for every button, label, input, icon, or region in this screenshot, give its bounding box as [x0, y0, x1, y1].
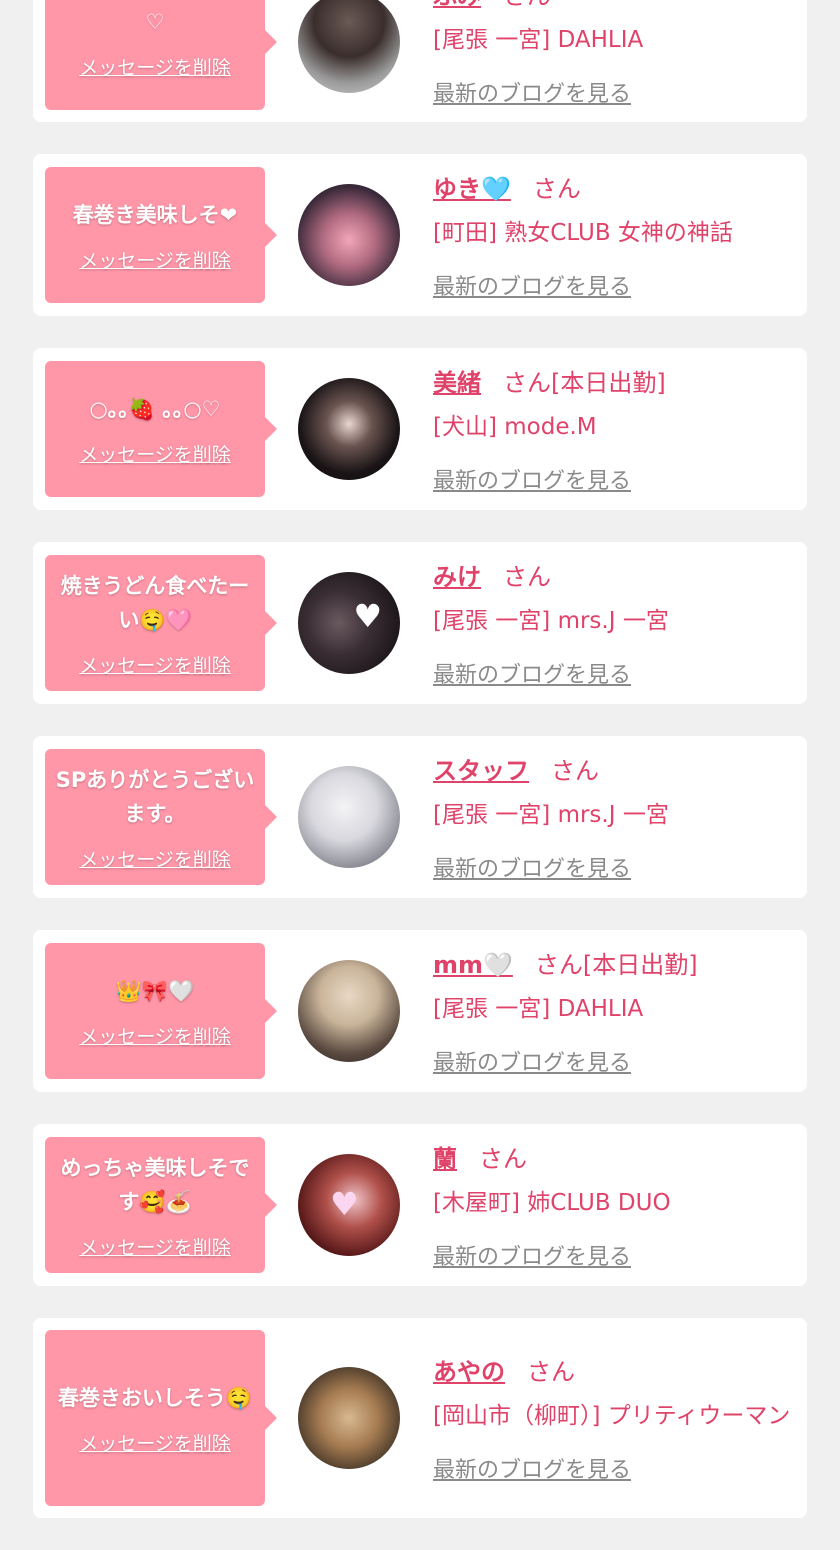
- delete-message-link[interactable]: メッセージを削除: [79, 53, 231, 80]
- honorific: さん: [532, 175, 581, 203]
- message-card: 春巻き美味しそ❤ メッセージを削除 ゆき🩵 さん [町田] 熟女CLUB 女神の神…: [33, 154, 807, 316]
- profile-name-link[interactable]: 蘭: [433, 1145, 457, 1173]
- heart-sticker-icon: ♥: [330, 1185, 359, 1223]
- delete-message-link[interactable]: メッセージを削除: [79, 440, 231, 467]
- message-text: 春巻き美味しそ❤: [72, 202, 238, 227]
- profile-name-link[interactable]: mm🤍: [433, 951, 513, 979]
- heart-sticker-icon: ♥: [353, 597, 382, 635]
- shop-label: [町田] 熟女CLUB 女神の神話: [433, 220, 733, 246]
- shop-label: [尾張 一宮] mrs.J 一宮: [433, 802, 669, 828]
- profile-name-link[interactable]: スタッフ: [433, 757, 529, 785]
- avatar[interactable]: [298, 1367, 400, 1469]
- honorific: さん: [503, 0, 551, 10]
- message-list: ♡ メッセージを削除 ふみさん [尾張 一宮] DAHLIA 最新のブログを見る…: [33, 0, 807, 1550]
- delete-message-link[interactable]: メッセージを削除: [79, 845, 231, 872]
- honorific: さん: [503, 369, 551, 397]
- profile-name-link[interactable]: ふみ: [433, 0, 481, 10]
- shop-label: [犬山] mode.M: [433, 414, 597, 440]
- honorific: さん: [534, 951, 583, 979]
- message-text: 春巻きおいしそう🤤: [57, 1385, 253, 1410]
- message-bubble: ○｡｡🍓 ｡｡○♡ メッセージを削除: [45, 361, 277, 497]
- message-text: ♡: [145, 9, 165, 34]
- honorific: さん: [479, 1145, 527, 1173]
- honorific: さん: [527, 1358, 575, 1386]
- shop-label: [岡山市（柳町）] プリティウーマン: [433, 1403, 791, 1429]
- honorific: さん: [503, 563, 551, 591]
- message-text: めっちゃ美味しそです🥰🍝: [60, 1155, 250, 1214]
- message-bubble: 👑🎀🤍 メッセージを削除: [45, 943, 277, 1079]
- profile-info: 蘭さん [木屋町] 姉CLUB DUO 最新のブログを見る: [433, 1139, 795, 1271]
- avatar[interactable]: [298, 184, 400, 286]
- profile-info: ゆき🩵 さん [町田] 熟女CLUB 女神の神話 最新のブログを見る: [433, 169, 795, 301]
- profile-info: ふみ さん [尾張 一宮] DAHLIA 最新のブログを見る: [433, 0, 795, 108]
- shop-label: [尾張 一宮] DAHLIA: [433, 27, 644, 53]
- delete-message-link[interactable]: メッセージを削除: [79, 1022, 231, 1049]
- avatar[interactable]: [298, 0, 400, 93]
- message-card: 春巻きおいしそう🤤 メッセージを削除 あやの さん [岡山市（柳町）] プリティウ…: [33, 1318, 807, 1518]
- profile-info: みけ さん [尾張 一宮] mrs.J 一宮 最新のブログを見る: [433, 557, 795, 689]
- delete-message-link[interactable]: メッセージを削除: [79, 651, 231, 678]
- profile-info: あやの さん [岡山市（柳町）] プリティウーマン 最新のブログを見る: [433, 1352, 795, 1484]
- message-bubble: ♡ メッセージを削除: [45, 0, 277, 110]
- delete-message-link[interactable]: メッセージを削除: [79, 1429, 231, 1456]
- shop-label: [尾張 一宮] mrs.J 一宮: [433, 608, 669, 634]
- profile-info: スタッフ さん [尾張 一宮] mrs.J 一宮 最新のブログを見る: [433, 751, 795, 883]
- message-bubble: 春巻き美味しそ❤ メッセージを削除: [45, 167, 277, 303]
- latest-blog-link[interactable]: 最新のブログを見る: [433, 851, 795, 883]
- message-text: 焼きうどん食べたーい🤤🩷: [60, 573, 250, 632]
- avatar[interactable]: [298, 766, 400, 868]
- message-bubble: SPありがとうございます。 メッセージを削除: [45, 749, 277, 885]
- message-text: ○｡｡🍓 ｡｡○♡: [89, 396, 221, 421]
- message-bubble: めっちゃ美味しそです🥰🍝 メッセージを削除: [45, 1137, 277, 1273]
- latest-blog-link[interactable]: 最新のブログを見る: [433, 76, 795, 108]
- profile-name-link[interactable]: 美緒: [433, 369, 481, 397]
- latest-blog-link[interactable]: 最新のブログを見る: [433, 463, 795, 495]
- latest-blog-link[interactable]: 最新のブログを見る: [433, 657, 795, 689]
- profile-name-link[interactable]: みけ: [433, 563, 481, 591]
- avatar[interactable]: [298, 960, 400, 1062]
- message-bubble: 春巻きおいしそう🤤 メッセージを削除: [45, 1330, 277, 1506]
- profile-name-link[interactable]: ゆき🩵: [433, 175, 511, 203]
- profile-info: 美緒 さん[本日出勤] [犬山] mode.M 最新のブログを見る: [433, 363, 795, 495]
- message-card: SPありがとうございます。 メッセージを削除 スタッフ さん [尾張 一宮] mr…: [33, 736, 807, 898]
- message-card: 焼きうどん食べたーい🤤🩷 メッセージを削除 ♥ みけ さん [尾張 一宮] mrs…: [33, 542, 807, 704]
- status-suffix: [本日出勤]: [551, 369, 666, 397]
- message-card: ○｡｡🍓 ｡｡○♡ メッセージを削除 美緒 さん[本日出勤] [犬山] mode.…: [33, 348, 807, 510]
- shop-label: [木屋町] 姉CLUB DUO: [433, 1190, 671, 1216]
- latest-blog-link[interactable]: 最新のブログを見る: [433, 1045, 795, 1077]
- message-bubble: 焼きうどん食べたーい🤤🩷 メッセージを削除: [45, 555, 277, 691]
- honorific: さん: [551, 757, 599, 785]
- shop-label: [尾張 一宮] DAHLIA: [433, 996, 644, 1022]
- latest-blog-link[interactable]: 最新のブログを見る: [433, 1452, 795, 1484]
- message-card: 👑🎀🤍 メッセージを削除 mm🤍 さん[本日出勤] [尾張 一宮] DAHLIA …: [33, 930, 807, 1092]
- status-suffix: [本日出勤]: [582, 951, 698, 979]
- message-card: ♡ メッセージを削除 ふみ さん [尾張 一宮] DAHLIA 最新のブログを見る: [33, 0, 807, 122]
- profile-name-link[interactable]: あやの: [433, 1358, 505, 1386]
- avatar[interactable]: ♥: [298, 1154, 400, 1256]
- delete-message-link[interactable]: メッセージを削除: [79, 246, 231, 273]
- message-text: 👑🎀🤍: [115, 978, 195, 1003]
- message-text: SPありがとうございます。: [55, 767, 255, 826]
- profile-info: mm🤍 さん[本日出勤] [尾張 一宮] DAHLIA 最新のブログを見る: [433, 945, 795, 1077]
- latest-blog-link[interactable]: 最新のブログを見る: [433, 269, 795, 301]
- delete-message-link[interactable]: メッセージを削除: [79, 1233, 231, 1260]
- latest-blog-link[interactable]: 最新のブログを見る: [433, 1239, 795, 1271]
- message-card: めっちゃ美味しそです🥰🍝 メッセージを削除 ♥ 蘭さん [木屋町] 姉CLUB …: [33, 1124, 807, 1286]
- avatar[interactable]: [298, 378, 400, 480]
- avatar[interactable]: ♥: [298, 572, 400, 674]
